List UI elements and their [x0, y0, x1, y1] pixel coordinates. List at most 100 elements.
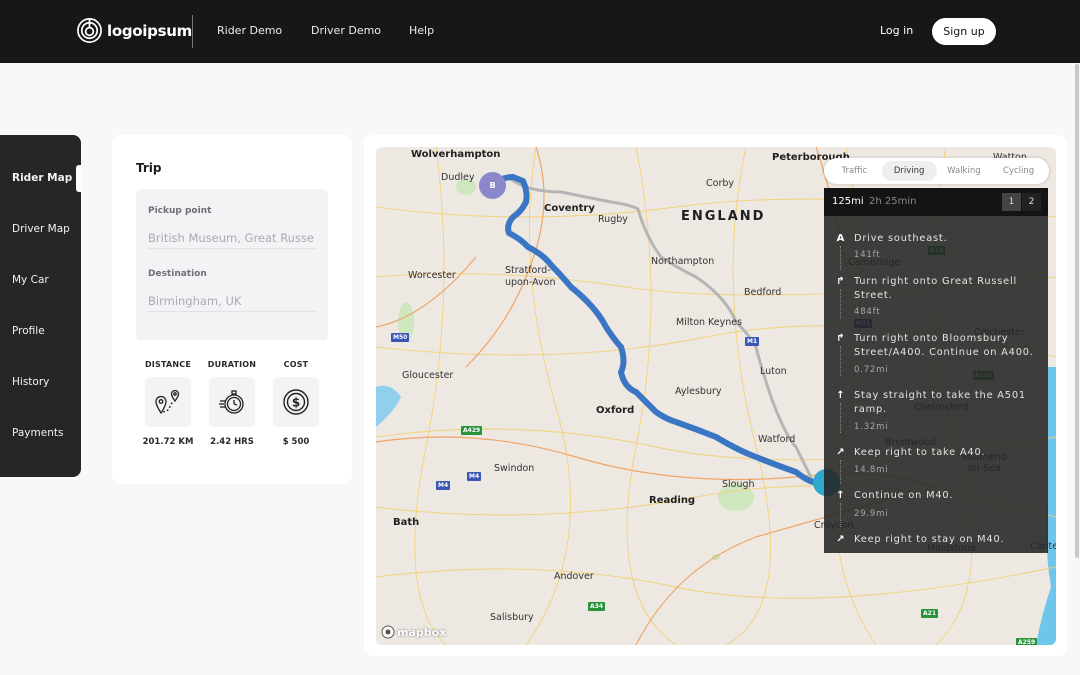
map-label-city: Corby — [706, 178, 735, 189]
road-shield: M4 — [467, 472, 482, 481]
logo-text: logoipsum — [107, 21, 192, 40]
route-pins-icon — [145, 377, 191, 427]
road-shield: M50 — [391, 333, 410, 342]
step-connector — [840, 289, 841, 319]
route-distance: 125mi — [832, 196, 864, 207]
mapbox-attribution[interactable]: mapbox — [381, 625, 446, 639]
map-label-city: Rugby — [598, 214, 628, 225]
map-label-city: Worcester — [408, 270, 456, 281]
routing-profile-tabs: Traffic Driving Walking Cycling — [824, 158, 1049, 184]
map-label-city: Dudley — [441, 172, 475, 183]
sidebar-active-indicator — [76, 165, 81, 192]
keep-right-icon: ↗ — [836, 534, 845, 545]
step-instruction: Turn right onto Great Russell Street. — [854, 276, 1018, 301]
destination-marker[interactable]: B — [479, 172, 506, 199]
tab-traffic[interactable]: Traffic — [827, 161, 882, 181]
trip-card: Trip Pickup point Destination DISTANCE 2… — [112, 135, 352, 484]
straight-arrow-icon: ↑ — [836, 390, 845, 401]
map-label-city: Gloucester — [402, 370, 454, 381]
road-shield: A429 — [461, 426, 483, 435]
sidebar-item-rider-map[interactable]: Rider Map — [12, 172, 72, 184]
distance-label: DISTANCE — [144, 360, 192, 369]
map-label-city: Andover — [554, 571, 594, 582]
straight-arrow-icon: ↑ — [836, 490, 845, 501]
step-instruction: Continue on M40. — [854, 490, 954, 501]
road-shield: A21 — [921, 609, 938, 618]
step-connector — [840, 246, 841, 270]
trip-form: Pickup point Destination — [136, 189, 328, 340]
map-label-country: ENGLAND — [681, 209, 766, 224]
distance-stat: DISTANCE 201.72 KM — [136, 360, 200, 447]
map-label-city: Bath — [393, 517, 420, 528]
step-instruction: Drive southeast. — [854, 233, 948, 244]
mapbox-logo-icon — [381, 625, 395, 639]
cost-value: $ 500 — [282, 437, 310, 447]
map-label-city: Stratford- — [505, 265, 551, 276]
map-label-city: Watford — [758, 434, 796, 445]
directions-summary: 125mi 2h 25min 1 2 — [824, 188, 1048, 216]
step-instruction: Stay straight to take the A501 ramp. — [854, 390, 1026, 415]
tab-driving[interactable]: Driving — [881, 161, 937, 181]
route-duration: 2h 25min — [869, 196, 917, 207]
map-label-city: upon-Avon — [505, 277, 556, 288]
map-label-city: Aylesbury — [675, 386, 722, 397]
step-connector — [840, 403, 841, 433]
pickup-input[interactable] — [148, 227, 316, 249]
nav-driver-demo[interactable]: Driver Demo — [311, 24, 381, 37]
svg-text:$: $ — [292, 396, 300, 410]
duration-value: 2.42 HRS — [210, 437, 254, 447]
step-distance: 0.72mi — [854, 365, 889, 375]
dollar-coin-icon: $ — [273, 377, 319, 427]
duration-stat: DURATION 2.42 HRS — [200, 360, 264, 447]
sidebar: Rider Map Driver Map My Car Profile Hist… — [0, 135, 81, 477]
map-label-city: Northampton — [651, 256, 715, 267]
page-scrollbar[interactable] — [1075, 64, 1079, 558]
turn-right-icon: ↱ — [836, 276, 845, 287]
step-instruction: Turn right onto Bloomsbury Street/A400. … — [854, 333, 1034, 358]
road-shield: A34 — [588, 602, 605, 611]
sidebar-item-payments[interactable]: Payments — [12, 427, 63, 439]
sidebar-item-my-car[interactable]: My Car — [12, 274, 49, 286]
cost-stat: COST $ $ 500 — [264, 360, 328, 447]
step-connector — [840, 346, 841, 376]
step-distance: 29.9mi — [854, 509, 889, 519]
nav-rider-demo[interactable]: Rider Demo — [217, 24, 282, 37]
route-alternative-2[interactable]: 2 — [1022, 193, 1041, 211]
map-label-city: Swindon — [494, 463, 535, 474]
directions-panel[interactable]: 125mi 2h 25min 1 2 A Drive southeast. 14… — [824, 188, 1048, 553]
trip-title: Trip — [136, 161, 162, 175]
map-label-city: Coventry — [544, 203, 595, 214]
top-navbar: logoipsum Rider Demo Driver Demo Help Lo… — [0, 0, 1080, 63]
tab-cycling[interactable]: Cycling — [991, 161, 1046, 181]
logo[interactable]: logoipsum — [76, 17, 192, 44]
map-label-city: Slough — [722, 479, 755, 490]
distance-value: 201.72 KM — [142, 437, 194, 447]
mapbox-logo-text: mapbox — [397, 625, 447, 639]
login-link[interactable]: Log in — [880, 24, 913, 37]
header-divider — [192, 15, 193, 48]
sidebar-item-driver-map[interactable]: Driver Map — [12, 223, 70, 235]
sidebar-item-history[interactable]: History — [12, 376, 49, 388]
map-label-city: Oxford — [596, 405, 635, 416]
map-label-city: Luton — [760, 366, 787, 377]
sidebar-item-profile[interactable]: Profile — [12, 325, 45, 337]
map-label-city: Salisbury — [490, 612, 534, 623]
route-alternative-1[interactable]: 1 — [1002, 193, 1021, 211]
map-label-city: Milton Keynes — [676, 317, 743, 328]
step-distance: 14.8mi — [854, 465, 889, 475]
origin-a-icon: A — [836, 233, 845, 244]
road-shield: M4 — [436, 481, 451, 490]
destination-label: Destination — [148, 269, 207, 279]
turn-right-icon: ↱ — [836, 333, 845, 344]
signup-button[interactable]: Sign up — [932, 18, 996, 45]
tab-walking[interactable]: Walking — [937, 161, 992, 181]
step-instruction: Keep right to stay on M40. — [854, 534, 1005, 545]
step-connector — [840, 503, 841, 527]
keep-right-icon: ↗ — [836, 447, 845, 458]
map-label-city: Bedford — [744, 287, 782, 298]
map-label-city: Wolverhampton — [411, 149, 501, 160]
pickup-label: Pickup point — [148, 206, 212, 216]
nav-help[interactable]: Help — [409, 24, 434, 37]
destination-input[interactable] — [148, 290, 316, 312]
map-label-city: Reading — [649, 495, 696, 506]
